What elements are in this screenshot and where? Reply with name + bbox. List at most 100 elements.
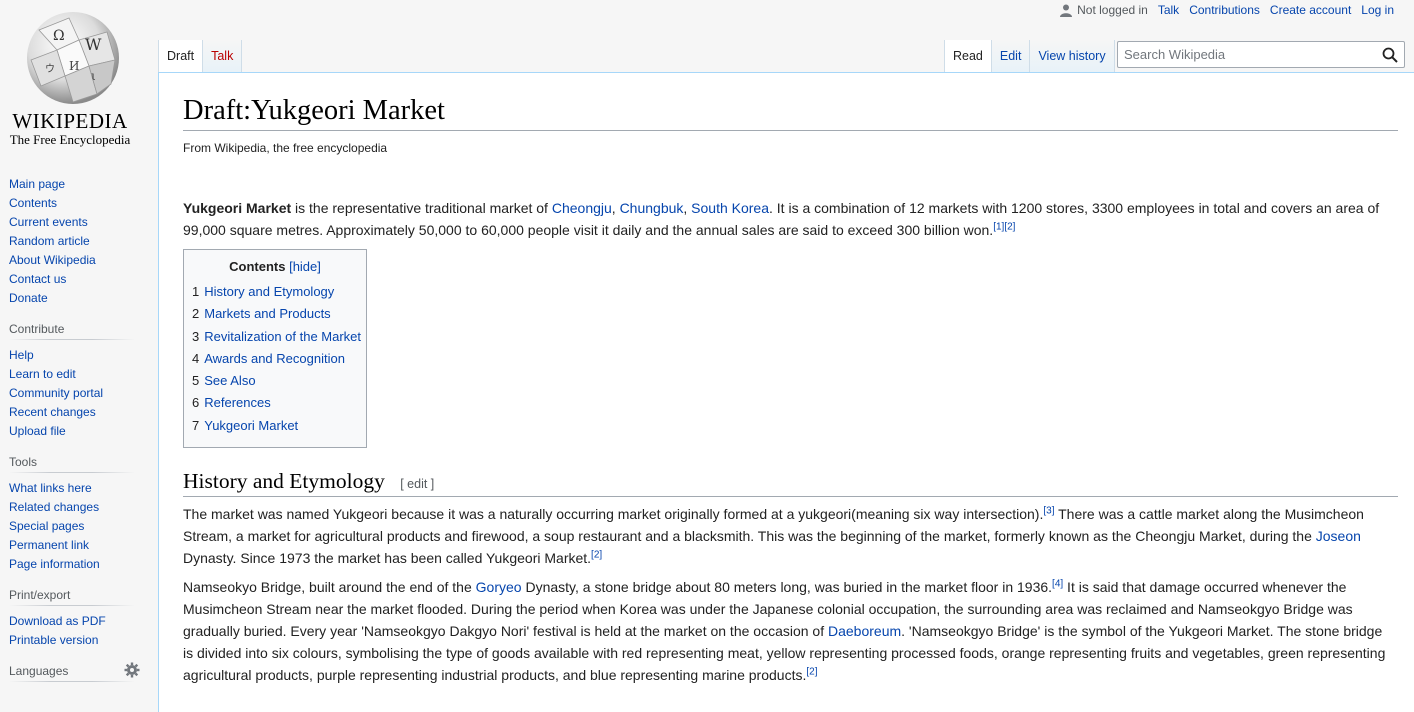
log-in-link[interactable]: Log in — [1361, 3, 1394, 17]
sidebar-item-recent-changes[interactable]: Recent changes — [9, 405, 96, 419]
sidebar-item-related-changes[interactable]: Related changes — [9, 500, 99, 514]
svg-text:W: W — [85, 35, 102, 54]
sidebar-item-special-pages[interactable]: Special pages — [9, 519, 84, 533]
tab-draft-label: Draft — [167, 49, 195, 63]
sidebar-heading-contribute: Contribute — [9, 322, 135, 340]
search-icon[interactable] — [1382, 47, 1398, 68]
sidebar-heading-languages: Languages — [9, 664, 135, 682]
section-edit-link[interactable]: [ edit ] — [400, 477, 434, 491]
logo-wordmark: WIKIPEDIA — [12, 109, 128, 133]
not-logged-in-text: Not logged in — [1077, 3, 1148, 17]
link-cheongju[interactable]: Cheongju — [552, 200, 612, 216]
svg-text:И: И — [69, 59, 79, 73]
article-content: Draft:Yukgeori Market From Wikipedia, th… — [158, 72, 1414, 712]
link-south-korea[interactable]: South Korea — [691, 200, 769, 216]
toc-hide-link[interactable]: [hide] — [289, 259, 321, 274]
sidebar-item-about-wikipedia[interactable]: About Wikipedia — [9, 253, 96, 267]
table-of-contents: Contents [hide] 1 History and Etymology 2… — [183, 249, 367, 448]
logo-tagline: The Free Encyclopedia — [9, 132, 131, 147]
toc-item[interactable]: 7 Yukgeori Market — [192, 416, 366, 438]
view-tabs: Read Edit View history — [944, 40, 1115, 72]
tab-talk-label: Talk — [211, 49, 234, 63]
wikipedia-logo[interactable]: Ω W И ウ ι WIKIPEDIA The Free Encyclopedi… — [0, 0, 158, 160]
sidebar-languages: Languages — [9, 662, 140, 682]
toc-link[interactable]: See Also — [204, 373, 255, 388]
sidebar-item-donate[interactable]: Donate — [9, 291, 48, 305]
lead-paragraph: Yukgeori Market is the representative tr… — [183, 197, 1394, 241]
user-icon — [1060, 4, 1073, 17]
link-goryeo[interactable]: Goryeo — [476, 579, 522, 595]
sidebar-item-upload-file[interactable]: Upload file — [9, 424, 66, 438]
create-account-link[interactable]: Create account — [1270, 3, 1351, 17]
history-paragraph-1: The market was named Yukgeori because it… — [183, 503, 1394, 569]
link-chungbuk[interactable]: Chungbuk — [620, 200, 684, 216]
sidebar-item-permanent-link[interactable]: Permanent link — [9, 538, 89, 552]
toc-list: 1 History and Etymology 2 Markets and Prod… — [184, 282, 366, 438]
sidebar-item-learn-to-edit[interactable]: Learn to edit — [9, 367, 76, 381]
tab-view-history[interactable]: View history — [1030, 40, 1115, 72]
tab-read[interactable]: Read — [944, 40, 992, 72]
toc-item[interactable]: 5 See Also — [192, 371, 366, 393]
sidebar-item-main-page[interactable]: Main page — [9, 177, 65, 191]
history-paragraph-2: Namseokyo Bridge, built around the end o… — [183, 576, 1394, 686]
toc-item[interactable]: 2 Markets and Products — [192, 304, 366, 326]
personal-talk-link[interactable]: Talk — [1158, 3, 1179, 17]
para-text: Dynasty, a stone bridge about 80 meters … — [521, 579, 1053, 595]
section-heading-text: History and Etymology — [183, 469, 385, 493]
sidebar-item-what-links-here[interactable]: What links here — [9, 481, 92, 495]
section-heading-history: History and Etymology [ edit ] — [183, 469, 1398, 497]
sidebar-item-download-pdf[interactable]: Download as PDF — [9, 614, 106, 628]
sidebar-contribute: Contribute Help Learn to edit Community … — [9, 322, 135, 441]
toc-item[interactable]: 1 History and Etymology — [192, 282, 366, 304]
sidebar-item-page-information[interactable]: Page information — [9, 557, 100, 571]
ref-2[interactable]: [2] — [1004, 221, 1015, 232]
svg-text:Ω: Ω — [53, 28, 65, 44]
svg-text:ι: ι — [91, 69, 96, 83]
toc-link[interactable]: Awards and Recognition — [204, 351, 345, 366]
toc-link[interactable]: References — [204, 395, 270, 410]
para-text: Dynasty. Since 1973 the market has been … — [183, 550, 592, 566]
sidebar-item-contents[interactable]: Contents — [9, 196, 57, 210]
toc-link[interactable]: Markets and Products — [204, 306, 330, 321]
tab-edit[interactable]: Edit — [991, 40, 1031, 72]
gear-icon[interactable] — [124, 662, 140, 681]
sidebar-print-export: Print/export Download as PDF Printable v… — [9, 588, 135, 650]
sidebar-item-community-portal[interactable]: Community portal — [9, 386, 103, 400]
toc-item[interactable]: 3 Revitalization of the Market — [192, 327, 366, 349]
page-title: Draft:Yukgeori Market — [183, 95, 1398, 131]
toc-number: 6 — [192, 395, 200, 411]
ref-4[interactable]: [4] — [1052, 578, 1063, 589]
ref-2-c[interactable]: [2] — [806, 666, 817, 677]
ref-3[interactable]: [3] — [1043, 505, 1054, 516]
sidebar-item-random-article[interactable]: Random article — [9, 234, 90, 248]
toc-number: 4 — [192, 350, 200, 366]
tab-edit-label: Edit — [999, 49, 1022, 63]
sidebar-heading-print-export: Print/export — [9, 588, 135, 606]
toc-item[interactable]: 6 References — [192, 393, 366, 415]
sidebar-item-current-events[interactable]: Current events — [9, 215, 88, 229]
sidebar-item-contact-us[interactable]: Contact us — [9, 272, 66, 286]
toc-link[interactable]: Yukgeori Market — [204, 418, 298, 433]
sidebar-navigation: Main page Contents Current events Random… — [9, 175, 135, 308]
tab-talk[interactable]: Talk — [203, 40, 243, 72]
toc-item[interactable]: 4 Awards and Recognition — [192, 349, 366, 371]
para-text: The market was named Yukgeori because it… — [183, 506, 1044, 522]
toc-link[interactable]: Revitalization of the Market — [204, 329, 361, 344]
contributions-link[interactable]: Contributions — [1189, 3, 1260, 17]
ref-2-b[interactable]: [2] — [591, 549, 602, 560]
toc-header: Contents [hide] — [184, 259, 366, 274]
link-daeboreum[interactable]: Daeboreum — [828, 623, 901, 639]
sidebar-item-printable-version[interactable]: Printable version — [9, 633, 98, 647]
toc-title: Contents — [229, 259, 286, 274]
toc-link[interactable]: History and Etymology — [204, 284, 334, 299]
puzzle-globe-icon: Ω W И ウ ι — [27, 12, 119, 104]
link-joseon[interactable]: Joseon — [1316, 528, 1361, 544]
toc-number: 5 — [192, 373, 200, 389]
ref-1[interactable]: [1] — [993, 221, 1004, 232]
search-input[interactable] — [1118, 42, 1380, 67]
toc-number: 7 — [192, 417, 200, 433]
site-tagline: From Wikipedia, the free encyclopedia — [183, 141, 388, 155]
tab-draft[interactable]: Draft — [158, 40, 204, 72]
sidebar-item-help[interactable]: Help — [9, 348, 34, 362]
toc-number: 3 — [192, 328, 200, 344]
